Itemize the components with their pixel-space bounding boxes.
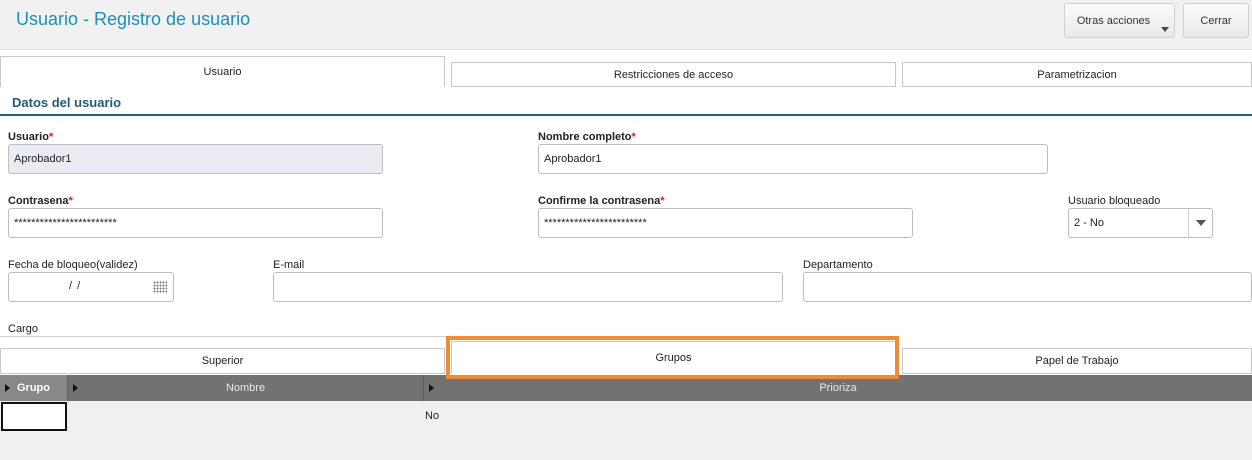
highlight-box (446, 336, 899, 379)
column-arrow-icon (5, 384, 10, 392)
column-header-grupo[interactable]: Grupo (0, 375, 67, 401)
fecha-bloqueo-label: Fecha de bloqueo(validez) (8, 259, 138, 271)
column-header-nombre[interactable]: Nombre (67, 375, 423, 401)
otras-acciones-label: Otras acciones (1076, 14, 1151, 27)
grid-cell-grupo[interactable] (1, 402, 67, 431)
section-divider (0, 114, 1252, 116)
confirme-contrasena-label: Confirme la contrasena* (538, 195, 665, 207)
tab-parametrizacion[interactable]: Parametrizacion (902, 62, 1252, 87)
otras-acciones-button[interactable]: Otras acciones (1064, 3, 1175, 38)
cerrar-button[interactable]: Cerrar (1183, 3, 1249, 38)
nombre-completo-label: Nombre completo* (538, 131, 636, 143)
column-arrow-icon (429, 384, 434, 392)
confirme-contrasena-field[interactable]: ************************ (538, 208, 913, 238)
tab-superior[interactable]: Superior (0, 348, 445, 374)
tab-restricciones[interactable]: Restricciones de acceso (451, 62, 896, 87)
required-mark: * (660, 195, 665, 207)
grid-cell-prioriza[interactable]: No (425, 410, 439, 422)
required-mark: * (48, 131, 54, 143)
email-field[interactable] (273, 272, 783, 302)
fecha-bloqueo-field[interactable]: / / (8, 272, 174, 302)
usuario-field[interactable]: Aprobador1 (8, 144, 383, 174)
cargo-divider (0, 336, 446, 337)
nombre-completo-field[interactable]: Aprobador1 (538, 144, 1048, 174)
contrasena-label: Contrasena* (8, 195, 73, 207)
page-title: Usuario - Registro de usuario (16, 9, 251, 29)
departamento-label: Departamento (803, 259, 873, 271)
caret-down-icon (1161, 27, 1169, 32)
usuario-bloqueado-select[interactable]: 2 - No (1068, 208, 1213, 238)
usuario-bloqueado-value: 2 - No (1074, 217, 1104, 229)
tab-papel-de-trabajo[interactable]: Papel de Trabajo (902, 348, 1252, 374)
usuario-bloqueado-label: Usuario bloqueado (1068, 195, 1161, 207)
fecha-bloqueo-value: / / (69, 280, 82, 292)
tab-usuario[interactable]: Usuario (0, 56, 445, 87)
contrasena-field[interactable]: ************************ (8, 208, 383, 238)
section-title: Datos del usuario (12, 95, 122, 110)
dropdown-arrow-icon (1188, 209, 1212, 237)
usuario-label: Usuario* (8, 131, 54, 143)
cargo-label: Cargo (8, 323, 38, 335)
grid-body (0, 401, 1252, 460)
calendar-icon[interactable] (153, 281, 167, 293)
header-bar: Usuario - Registro de usuario Otras acci… (0, 0, 1252, 50)
column-arrow-icon (73, 384, 78, 392)
required-mark: * (68, 195, 73, 207)
departamento-field[interactable] (803, 272, 1252, 302)
email-label: E-mail (273, 259, 305, 271)
required-mark: * (631, 131, 636, 143)
